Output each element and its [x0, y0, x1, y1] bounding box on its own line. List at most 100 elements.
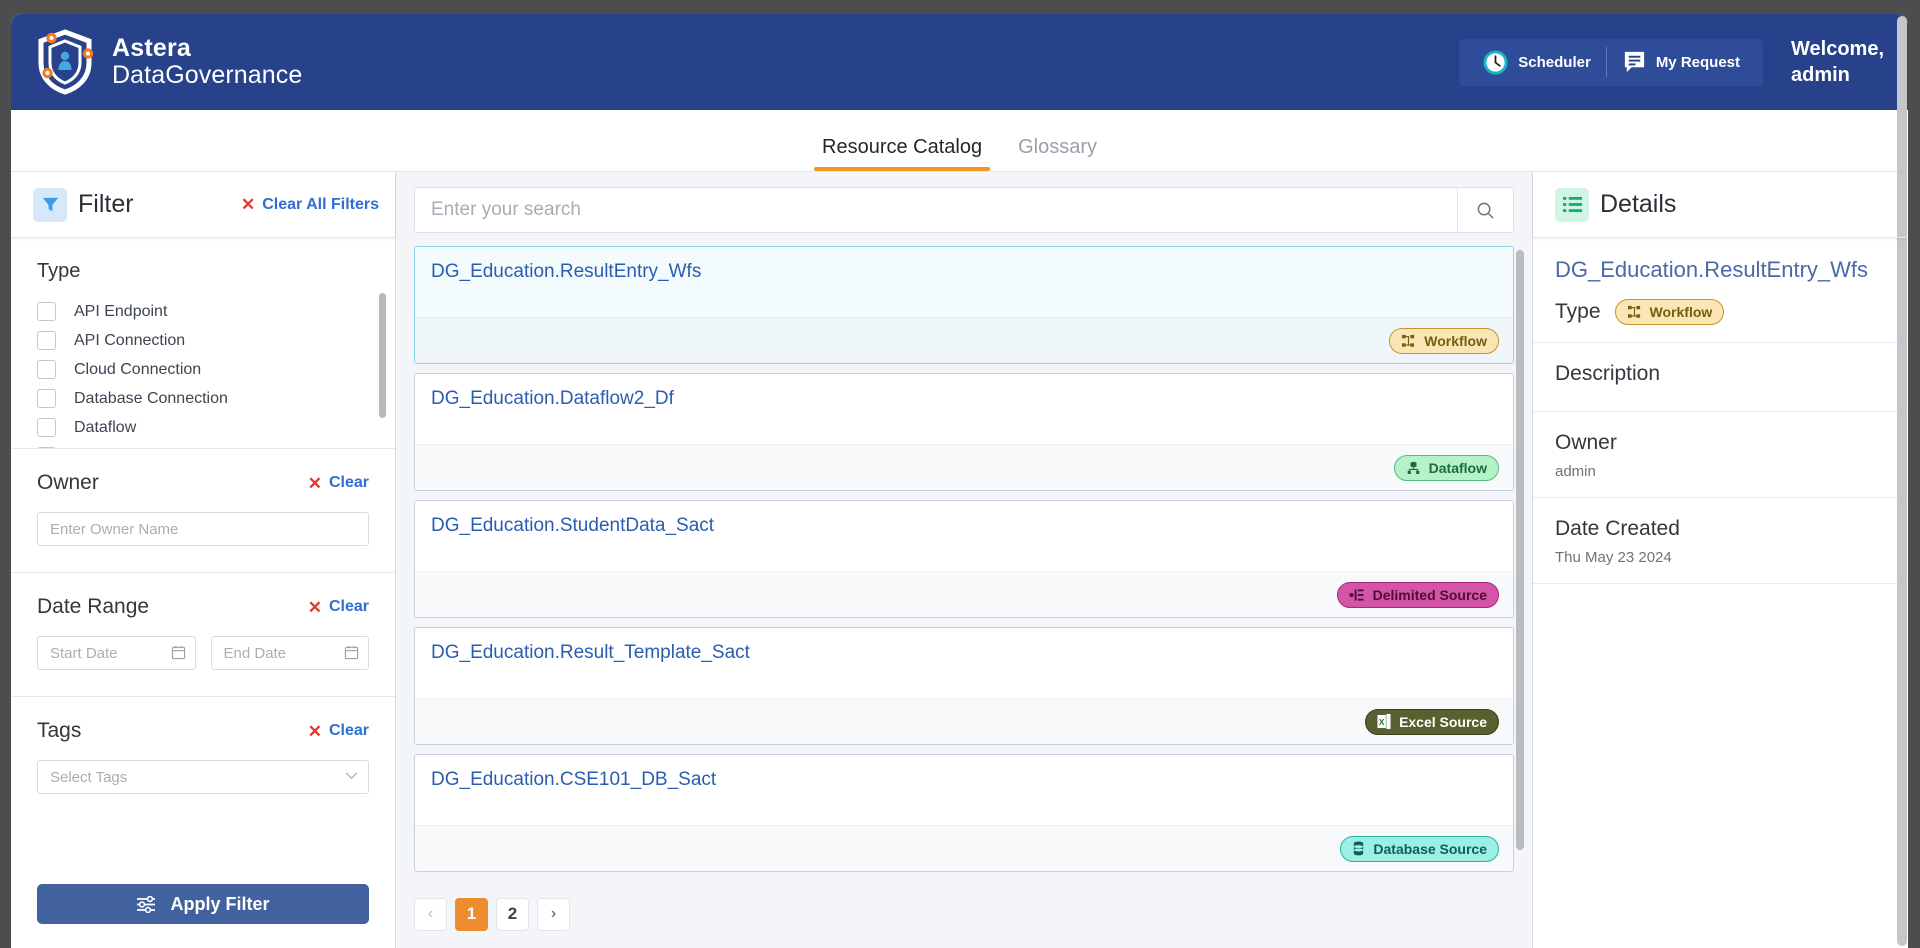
filter-type-option-cloud-connection[interactable]: Cloud Connection	[11, 355, 395, 384]
welcome-user[interactable]: Welcome, admin	[1791, 36, 1884, 88]
apply-filter-wrapper: Apply Filter	[11, 884, 395, 948]
welcome-line1: Welcome,	[1791, 36, 1884, 62]
filter-type-option-label: API Endpoint	[74, 303, 167, 321]
apply-filter-label: Apply Filter	[170, 894, 269, 915]
apply-filter-button[interactable]: Apply Filter	[37, 884, 369, 924]
clear-date-range-button[interactable]: ✕ Clear	[308, 598, 369, 616]
result-card-footer: Delimited Source	[415, 571, 1513, 617]
filter-type-scrollbar[interactable]	[379, 293, 386, 418]
result-card-footer: Dataflow	[415, 444, 1513, 490]
details-resource-name: DG_Education.ResultEntry_Wfs	[1555, 257, 1886, 283]
result-card-title: DG_Education.Result_Template_Sact	[415, 628, 1513, 698]
clear-owner-button[interactable]: ✕ Clear	[308, 474, 369, 492]
clear-owner-label: Clear	[329, 474, 369, 492]
result-card[interactable]: DG_Education.StudentData_Sact Delimited …	[414, 500, 1514, 618]
filter-tags-header: Tags ✕ Clear	[37, 719, 369, 743]
result-card-title: DG_Education.Dataflow2_Df	[415, 374, 1513, 444]
delimited-source-icon	[1349, 588, 1365, 602]
filter-owner-header: Owner ✕ Clear	[37, 471, 369, 495]
excel-source-icon: X	[1377, 714, 1391, 729]
close-icon: ✕	[308, 723, 322, 740]
result-card-footer: Workflow	[415, 317, 1513, 363]
page-scrollbar[interactable]	[1897, 16, 1907, 946]
status-badge-label: Dataflow	[1429, 460, 1487, 476]
pagination: ‹ 1 2 ›	[396, 880, 1532, 948]
tab-resource-catalog[interactable]: Resource Catalog	[804, 136, 1000, 171]
funnel-icon	[33, 188, 67, 222]
end-date-wrapper	[211, 636, 370, 670]
clear-tags-button[interactable]: ✕ Clear	[308, 722, 369, 740]
brand-logo-block[interactable]: Astera DataGovernance	[34, 29, 302, 95]
checkbox[interactable]	[37, 360, 56, 379]
welcome-line2: admin	[1791, 62, 1884, 88]
search-input[interactable]	[415, 188, 1457, 232]
tab-glossary[interactable]: Glossary	[1000, 136, 1115, 171]
status-badge: X Excel Source	[1365, 709, 1499, 735]
details-header: Details	[1533, 172, 1908, 238]
app-header: Astera DataGovernance Scheduler	[11, 14, 1908, 110]
checkbox[interactable]	[37, 418, 56, 437]
brand-text: Astera DataGovernance	[112, 35, 302, 89]
clear-tags-label: Clear	[329, 722, 369, 740]
header-right: Scheduler My Request Welcome, admin	[1459, 36, 1884, 88]
checkbox[interactable]	[37, 331, 56, 350]
start-date-input[interactable]	[37, 636, 196, 670]
result-card[interactable]: DG_Education.ResultEntry_Wfs W	[414, 246, 1514, 364]
filter-type-option-api-connection[interactable]: API Connection	[11, 326, 395, 355]
result-card[interactable]: DG_Education.CSE101_DB_Sact Database Sou…	[414, 754, 1514, 872]
brand-line1: Astera	[112, 35, 302, 62]
end-date-input[interactable]	[211, 636, 370, 670]
shield-user-logo	[34, 29, 96, 95]
status-badge: Dataflow	[1394, 455, 1499, 481]
filter-tags-section: Tags ✕ Clear	[11, 696, 395, 820]
filter-date-range-header: Date Range ✕ Clear	[37, 595, 369, 619]
owner-name-input[interactable]	[37, 512, 369, 546]
result-card[interactable]: DG_Education.Result_Template_Sact X Exce…	[414, 627, 1514, 745]
results-column: DG_Education.ResultEntry_Wfs W	[396, 172, 1532, 948]
filter-type-option-dataflow[interactable]: Dataflow	[11, 413, 395, 442]
status-badge-label: Workflow	[1424, 333, 1487, 349]
filter-date-range-section: Date Range ✕ Clear	[11, 572, 395, 696]
details-date-created-row: Date Created Thu May 23 2024	[1533, 498, 1908, 584]
checkbox[interactable]	[37, 389, 56, 408]
workflow-icon	[1627, 305, 1642, 319]
close-icon: ✕	[241, 196, 255, 213]
pagination-prev-button[interactable]: ‹	[414, 898, 447, 931]
details-date-created-label: Date Created	[1555, 517, 1886, 541]
clear-all-filters-button[interactable]: ✕ Clear All Filters	[241, 196, 379, 214]
tags-select-wrapper	[37, 760, 369, 794]
result-card-title: DG_Education.ResultEntry_Wfs	[415, 247, 1513, 317]
main-tabs: Resource Catalog Glossary	[11, 110, 1908, 172]
status-badge: Workflow	[1389, 328, 1499, 354]
clear-date-range-label: Clear	[329, 598, 369, 616]
search-button[interactable]	[1457, 188, 1513, 232]
pagination-page-2[interactable]: 2	[496, 898, 529, 931]
tags-select[interactable]	[37, 760, 369, 794]
pagination-page-1[interactable]: 1	[455, 898, 488, 931]
checkbox[interactable]	[37, 447, 56, 448]
pagination-prev-label: ‹	[428, 905, 433, 923]
tab-resource-catalog-label: Resource Catalog	[822, 136, 982, 158]
scheduler-button[interactable]: Scheduler	[1467, 39, 1606, 86]
details-panel: Details DG_Education.ResultEntry_Wfs Typ…	[1532, 172, 1908, 948]
status-badge-label: Database Source	[1373, 841, 1487, 857]
status-badge: Delimited Source	[1337, 582, 1499, 608]
details-type-badge-label: Workflow	[1650, 304, 1713, 320]
checkbox[interactable]	[37, 302, 56, 321]
filter-type-option-partial[interactable]	[11, 442, 395, 448]
status-badge-label: Delimited Source	[1373, 587, 1487, 603]
result-card[interactable]: DG_Education.Dataflow2_Df Data	[414, 373, 1514, 491]
result-card-footer: Database Source	[415, 825, 1513, 871]
clock-icon	[1482, 49, 1509, 76]
details-type-line: Type Workflow	[1555, 299, 1886, 325]
filter-header: Filter ✕ Clear All Filters	[11, 172, 395, 238]
details-owner-row: Owner admin	[1533, 412, 1908, 498]
my-request-button[interactable]: My Request	[1607, 39, 1755, 86]
results-scrollbar[interactable]	[1516, 250, 1524, 850]
filter-type-option-api-endpoint[interactable]: API Endpoint	[11, 297, 395, 326]
filter-type-option-database-connection[interactable]: Database Connection	[11, 384, 395, 413]
status-badge-label: Excel Source	[1399, 714, 1487, 730]
pagination-page-label: 2	[508, 904, 517, 924]
filter-type-option-label: Database Connection	[74, 390, 228, 408]
pagination-next-button[interactable]: ›	[537, 898, 570, 931]
